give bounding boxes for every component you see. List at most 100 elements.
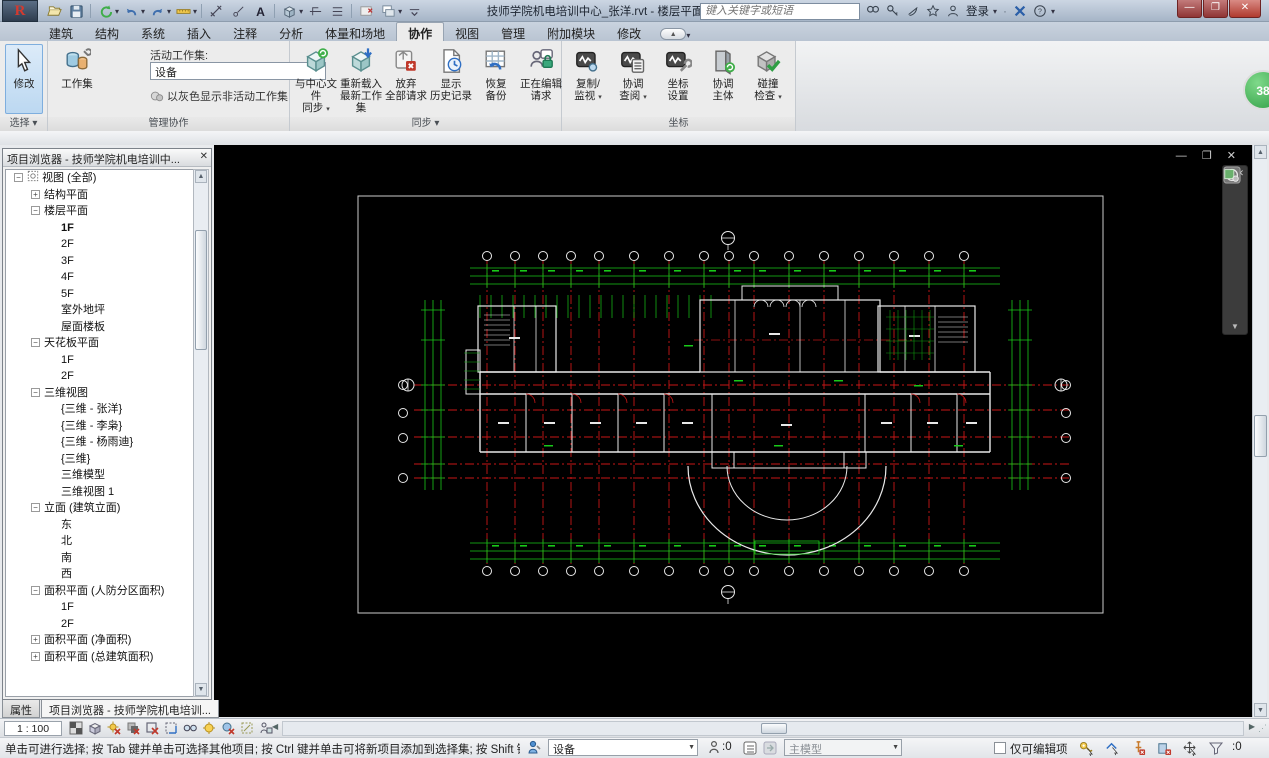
sun-path-off-button[interactable] [106,720,122,739]
infocenter-search-input[interactable] [700,2,860,20]
active-workset-combobox[interactable]: 设备 ▼ [548,739,698,756]
tree-item[interactable]: {三维 - 杨雨迪} [6,434,194,451]
chevron-down-icon[interactable]: ▾ [326,106,330,113]
help-dropdown-icon[interactable]: ▾ [1051,7,1055,16]
login-dropdown-icon[interactable]: ▾ [993,7,997,16]
tree-item[interactable]: 屋面楼板 [6,319,194,336]
undo-button[interactable] [121,2,141,20]
drag-on-selection-button[interactable] [1182,740,1198,758]
copy-monitor-button[interactable]: 复制/监视 ▾ [566,44,610,114]
scroll-right-icon[interactable]: ▶ [1249,722,1255,731]
tree-item[interactable]: + 结构平面 [6,187,194,204]
select-panel-label[interactable]: 选择 ▾ [0,117,47,131]
design-options-icon[interactable] [742,740,758,758]
subscription-icon[interactable] [906,4,920,18]
tree-item[interactable]: − 天花板平面 [6,335,194,352]
tree-item[interactable]: − 视图 (全部) [6,170,194,187]
tree-item[interactable]: 4F [6,269,194,286]
exchange-apps-icon[interactable] [1013,4,1027,18]
view-window-controls[interactable]: — ❐ ✕ [1176,149,1242,162]
tree-item[interactable]: 三维模型 [6,467,194,484]
thin-lines-button[interactable] [327,2,347,20]
login-button[interactable]: 登录 [966,3,989,19]
zoom-tool-icon[interactable] [1223,166,1241,184]
tree-item[interactable]: 三维视图 1 [6,484,194,501]
chevron-down-icon[interactable]: ▾ [299,7,303,16]
tree-item[interactable]: 1F [6,599,194,616]
tree-item[interactable]: − 楼层平面 [6,203,194,220]
collapse-icon[interactable]: − [31,503,40,512]
switch-windows-button[interactable] [378,2,398,20]
coordination-review-button[interactable]: 协调 查阅 ▾ [611,44,655,114]
scroll-down-icon[interactable]: ▼ [195,683,207,696]
history-button[interactable]: 显示 历史记录 [429,44,473,114]
select-by-face-button[interactable] [1156,740,1172,758]
visual-style-button[interactable] [68,720,84,739]
navigation-bar[interactable]: ✕ ▼ [1222,165,1248,335]
collapse-icon[interactable]: − [31,206,40,215]
editable-only-checkbox[interactable] [994,742,1006,754]
collapse-icon[interactable]: − [31,338,40,347]
close-hidden-windows-button[interactable] [356,2,376,20]
shadows-off-button[interactable] [125,720,141,739]
scroll-up-icon[interactable]: ▲ [1254,145,1267,159]
section-button[interactable] [305,2,325,20]
close-button[interactable]: ✕ [1229,0,1261,18]
panel-tab-project-browser[interactable]: 项目浏览器 - 技师学院机电培训... [41,700,219,718]
tree-item[interactable]: − 立面 (建筑立面) [6,500,194,517]
expand-icon[interactable]: + [31,651,40,661]
chevron-down-icon[interactable]: ▾ [778,94,782,101]
default-3d-view-button[interactable] [279,2,299,20]
tree-item[interactable]: 2F [6,368,194,385]
chevron-down-icon[interactable]: ▾ [167,7,171,16]
keyring-icon[interactable] [886,4,900,18]
detail-level-button[interactable] [87,720,103,739]
view-scale-button[interactable]: 1 : 100 [4,721,62,736]
text-button[interactable]: A [250,2,270,20]
synchronize-panel-label[interactable]: 同步 ▾ [290,117,561,131]
project-browser-title[interactable]: 项目浏览器 - 技师学院机电培训中... ✕ [3,149,211,167]
chevron-down-icon[interactable]: ▾ [643,94,647,101]
restore-button[interactable]: ❐ [1203,0,1228,18]
select-pinned-button[interactable] [1130,740,1146,758]
scroll-left-icon[interactable]: ◀ [272,722,278,731]
help-icon[interactable]: ? [1033,4,1047,18]
drawing-area[interactable]: — ❐ ✕ ✕ ▼ [214,145,1252,717]
relinquish-button[interactable]: 放弃 全部请求 [384,44,428,114]
tree-item[interactable]: 北 [6,533,194,550]
chevron-down-icon[interactable]: ▾ [141,7,145,16]
collapse-icon[interactable]: − [31,387,40,397]
worksets-button[interactable]: 工作集 [54,44,100,114]
chevron-down-icon[interactable]: ▾ [598,94,602,101]
panel-tab-properties[interactable]: 属性 [2,700,40,718]
interference-check-button[interactable]: 碰撞 检查 ▾ [746,44,790,114]
tree-item[interactable]: 西 [6,566,194,583]
coordination-settings-button[interactable]: 坐标 设置 [656,44,700,114]
save-button[interactable] [66,2,86,20]
editing-requests-button[interactable]: 正在编辑 请求 [519,44,563,114]
modify-button[interactable]: 修改 [5,44,43,114]
collapse-icon[interactable]: − [14,173,23,182]
reveal-constraints-button[interactable] [239,720,255,739]
chevron-down-icon[interactable]: ▾ [398,7,402,16]
design-option-combobox[interactable]: 主模型 ▼ [784,739,902,756]
tree-item[interactable]: − 面积平面 (人防分区面积) [6,583,194,600]
tag-button[interactable] [228,2,248,20]
analytical-model-off-button[interactable] [220,720,236,739]
tree-item[interactable]: + 面积平面 (总建筑面积) [6,649,194,666]
tree-item[interactable]: {三维 - 张洋} [6,401,194,418]
browser-scroll-thumb[interactable] [195,230,207,350]
sync-button[interactable] [95,2,115,20]
collapse-icon[interactable]: − [31,585,40,595]
filter-icon[interactable] [1208,740,1224,758]
search-icon[interactable] [866,4,880,18]
editable-only-keys-button[interactable] [1078,740,1094,758]
sync-central-button[interactable]: 与中心文件 同步 ▾ [294,44,338,114]
navbar-more-icon[interactable]: ▼ [1231,322,1239,331]
tree-item[interactable]: − 三维视图 [6,385,194,402]
tree-item[interactable]: 1F [6,352,194,369]
tree-item[interactable]: 1F [6,220,194,237]
favorites-icon[interactable] [926,4,940,18]
reveal-hidden-button[interactable] [201,720,217,739]
tree-item[interactable]: 室外地坪 [6,302,194,319]
